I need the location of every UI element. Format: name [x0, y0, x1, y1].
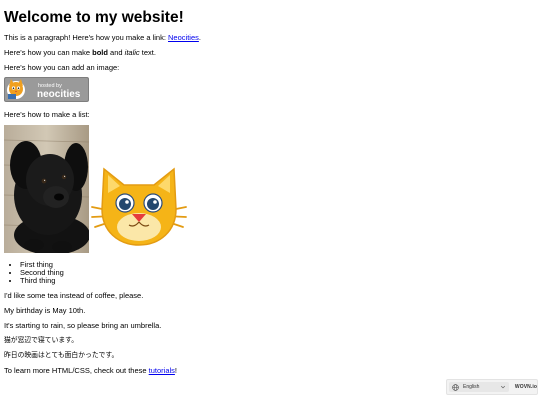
paragraph-birthday: My birthday is May 10th. [4, 306, 86, 315]
formatting-text-before: Here's how you can make [4, 48, 93, 57]
badge-big-text: neocities [37, 89, 81, 100]
language-widget: English WOVN.io [446, 379, 538, 395]
page-title: Welcome to my website! [4, 9, 184, 26]
paragraph-list-intro: Here's how to make a list: [4, 110, 90, 119]
paragraph-link: This is a paragraph! Here's how you make… [4, 33, 534, 42]
list-item: Second thing [20, 269, 534, 277]
bold-text: bold [92, 48, 108, 57]
image-row [4, 125, 534, 253]
thing-list: First thing Second thing Third thing [4, 261, 534, 285]
paragraph-tea: I'd like some tea instead of coffee, ple… [4, 291, 144, 300]
italic-text: italic [124, 48, 140, 57]
tutorials-text: To learn more HTML/CSS, check out these [4, 366, 149, 375]
cat-icon [91, 167, 187, 246]
paragraph-formatting: Here's how you can make bold and italic … [4, 48, 534, 57]
language-label: English [463, 384, 480, 390]
list-item: Third thing [20, 277, 534, 285]
list-item: First thing [20, 261, 534, 269]
globe-icon [452, 383, 459, 391]
neocities-badge[interactable]: hosted by neocities [4, 77, 89, 102]
tutorials-end: ! [174, 366, 178, 375]
paragraph-rain: It's starting to rain, so please bring a… [4, 321, 162, 330]
chevron-down-icon [500, 385, 505, 389]
language-select[interactable]: English [449, 382, 509, 392]
formatting-text-after: text. [139, 48, 156, 57]
paragraph-text: This is a paragraph! Here's how you make… [4, 33, 169, 42]
paragraph-japanese-cat: 猫が窓辺で寝ています。 [4, 336, 79, 344]
paragraph-image-intro: Here's how you can add an image: [4, 63, 120, 72]
paragraph-japanese-movie: 昨日の映画はとても面白かったです。 [4, 351, 119, 359]
tutorials-link[interactable]: tutorials [149, 366, 175, 375]
wovn-logo[interactable]: WOVN.io [515, 384, 537, 390]
paragraph-end: . [198, 33, 201, 42]
page-content: Welcome to my website! This is a paragra… [4, 0, 534, 381]
black-dog-photo [4, 125, 89, 253]
formatting-text-mid: and [107, 48, 125, 57]
paragraph-tutorials: To learn more HTML/CSS, check out these … [4, 366, 534, 375]
neocities-link[interactable]: Neocities [168, 33, 199, 42]
